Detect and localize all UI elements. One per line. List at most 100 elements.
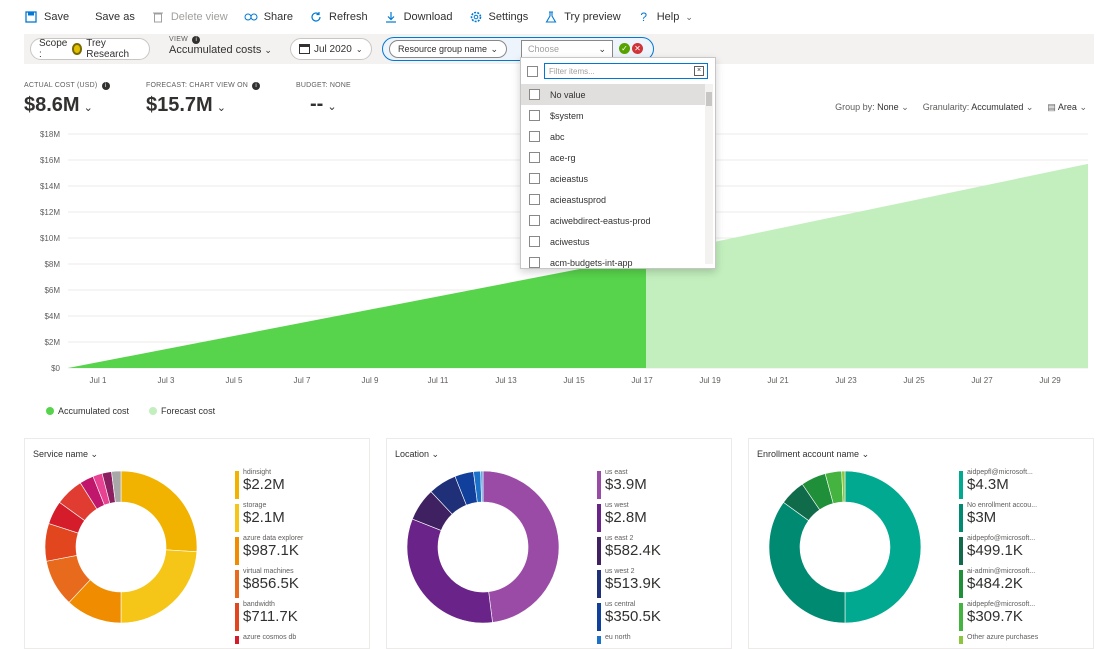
filter-value-select[interactable]: Choose ⌄: [521, 40, 613, 58]
checkbox[interactable]: [529, 194, 540, 205]
dropdown-option[interactable]: acieastusprod: [521, 189, 707, 210]
filter-field-select[interactable]: Resource group name ⌄: [389, 40, 507, 58]
refresh-button[interactable]: Refresh: [309, 10, 368, 24]
panel-title[interactable]: Location ⌄: [395, 449, 439, 460]
legend-item[interactable]: us east 2 $582.4K: [597, 535, 661, 568]
legend-item[interactable]: aidpepfl@microsoft... $4.3M: [959, 469, 1038, 502]
dropdown-option[interactable]: abc: [521, 126, 707, 147]
checkbox[interactable]: [529, 152, 540, 163]
y-tick-label: $16M: [40, 156, 60, 165]
checkbox[interactable]: [529, 110, 540, 121]
actual-cost-kpi[interactable]: ACTUAL COST (USD) i $8.6M ⌄: [24, 82, 110, 117]
x-tick-label: Jul 9: [362, 376, 379, 385]
legend-item[interactable]: No enrollment accou... $3M: [959, 502, 1038, 535]
dropdown-option[interactable]: $system: [521, 105, 707, 126]
scrollbar-thumb[interactable]: [706, 92, 712, 106]
apply-filter-icon[interactable]: ✓: [619, 43, 630, 54]
dropdown-options: No value $system abc ace-rg acieastus acieast…: [521, 84, 707, 273]
remove-filter-icon[interactable]: ✕: [632, 43, 643, 54]
dropdown-option[interactable]: No value: [521, 84, 707, 105]
chart-type-select[interactable]: ▤ Area ⌄: [1047, 102, 1087, 113]
budget-kpi[interactable]: BUDGET: NONE -- ⌄: [296, 82, 351, 116]
x-tick-label: Jul 1: [90, 376, 107, 385]
scope-pill[interactable]: Scope : Trey Research: [30, 38, 150, 60]
donut-slice[interactable]: [120, 470, 198, 553]
x-tick-label: Jul 23: [835, 376, 857, 385]
checkbox[interactable]: [529, 236, 540, 247]
legend-item-accumulated[interactable]: Accumulated cost: [46, 406, 129, 416]
dropdown-scrollbar[interactable]: [705, 84, 713, 264]
legend-item[interactable]: us east $3.9M: [597, 469, 661, 502]
info-icon: i: [101, 82, 110, 90]
legend-item[interactable]: us central $350.5K: [597, 601, 661, 634]
service-donut-chart: [44, 470, 198, 624]
delete-view-button[interactable]: Delete view: [151, 10, 228, 24]
legend-swatch: [235, 471, 239, 499]
legend-item[interactable]: storage $2.1M: [235, 502, 303, 535]
x-tick-label: Jul 15: [563, 376, 585, 385]
dropdown-option[interactable]: aciwebdirect-eastus-prod: [521, 210, 707, 231]
legend-swatch: [597, 504, 601, 532]
legend-item[interactable]: azure cosmos db: [235, 634, 303, 646]
filter-items-input[interactable]: Filter items... ×: [544, 63, 708, 79]
dropdown-option[interactable]: aciwestus: [521, 231, 707, 252]
select-all-checkbox[interactable]: [527, 65, 538, 77]
checkbox[interactable]: [529, 173, 540, 184]
dropdown-option[interactable]: ace-rg: [521, 147, 707, 168]
chevron-down-icon: ⌄: [861, 449, 870, 459]
x-tick-label: Jul 11: [428, 376, 449, 385]
legend-swatch: [597, 537, 601, 565]
panel-title[interactable]: Service name ⌄: [33, 449, 98, 460]
donut-slice[interactable]: [482, 470, 560, 623]
legend-item[interactable]: Other azure purchases: [959, 634, 1038, 646]
chart-controls: Group by: None ⌄ Granularity: Accumulate…: [821, 102, 1087, 113]
donut-slice[interactable]: [406, 518, 493, 624]
legend-item[interactable]: ai-admin@microsoft... $484.2K: [959, 568, 1038, 601]
scope-icon: [71, 43, 83, 55]
save-as-button[interactable]: Save as: [95, 11, 135, 23]
dropdown-option[interactable]: acm-budgets-int-app: [521, 252, 707, 273]
chevron-down-icon: ⌄: [83, 102, 93, 114]
try-preview-button[interactable]: Try preview: [544, 10, 621, 24]
checkbox[interactable]: [529, 215, 540, 226]
date-picker[interactable]: Jul 2020 ⌄: [290, 38, 372, 60]
legend-item[interactable]: virtual machines $856.5K: [235, 568, 303, 601]
chevron-down-icon: ⌄: [901, 102, 909, 112]
resource-group-dropdown: Filter items... × No value $system abc ace-…: [520, 57, 716, 269]
legend-item[interactable]: hdinsight $2.2M: [235, 469, 303, 502]
legend-item[interactable]: aidpepfe@microsoft... $309.7K: [959, 601, 1038, 634]
download-button[interactable]: Download: [384, 10, 453, 24]
legend-item[interactable]: eu north: [597, 634, 661, 646]
chevron-down-icon: ⌄: [490, 43, 498, 54]
legend-item[interactable]: azure data explorer $987.1K: [235, 535, 303, 568]
legend-swatch: [959, 471, 963, 499]
forecast-kpi[interactable]: FORECAST: CHART VIEW ON i $15.7M ⌄: [146, 82, 261, 117]
view-selector[interactable]: VIEW i Accumulated costs ⌄: [169, 36, 272, 56]
legend-item-forecast[interactable]: Forecast cost: [149, 406, 215, 416]
donut-slice[interactable]: [120, 549, 198, 624]
share-button[interactable]: Share: [244, 10, 293, 24]
dropdown-option[interactable]: acieastus: [521, 168, 707, 189]
help-button[interactable]: ? Help ⌄: [637, 10, 693, 24]
checkbox[interactable]: [529, 257, 540, 268]
donut-slice[interactable]: [844, 470, 922, 624]
trash-icon: [151, 10, 165, 24]
clear-icon[interactable]: ×: [694, 66, 704, 76]
donut-slice[interactable]: [768, 501, 846, 624]
checkbox[interactable]: [529, 89, 540, 100]
legend-item[interactable]: us west 2 $513.9K: [597, 568, 661, 601]
group-by-select[interactable]: Group by: None ⌄: [835, 102, 909, 113]
legend-item[interactable]: bandwidth $711.7K: [235, 601, 303, 634]
enrollment-legend-list: aidpepfl@microsoft... $4.3M No enrollment …: [959, 469, 1038, 646]
share-icon: [244, 10, 258, 24]
granularity-select[interactable]: Granularity: Accumulated ⌄: [923, 102, 1034, 113]
panel-title[interactable]: Enrollment account name ⌄: [757, 449, 869, 460]
download-icon: [384, 10, 398, 24]
settings-button[interactable]: Settings: [469, 10, 528, 24]
enrollment-panel: Enrollment account name ⌄ aidpepfl@micro…: [748, 438, 1094, 649]
legend-item[interactable]: aidpepfo@microsoft... $499.1K: [959, 535, 1038, 568]
chevron-down-icon: ⌄: [1025, 102, 1034, 112]
save-button[interactable]: Save: [24, 10, 69, 24]
checkbox[interactable]: [529, 131, 540, 142]
legend-item[interactable]: us west $2.8M: [597, 502, 661, 535]
